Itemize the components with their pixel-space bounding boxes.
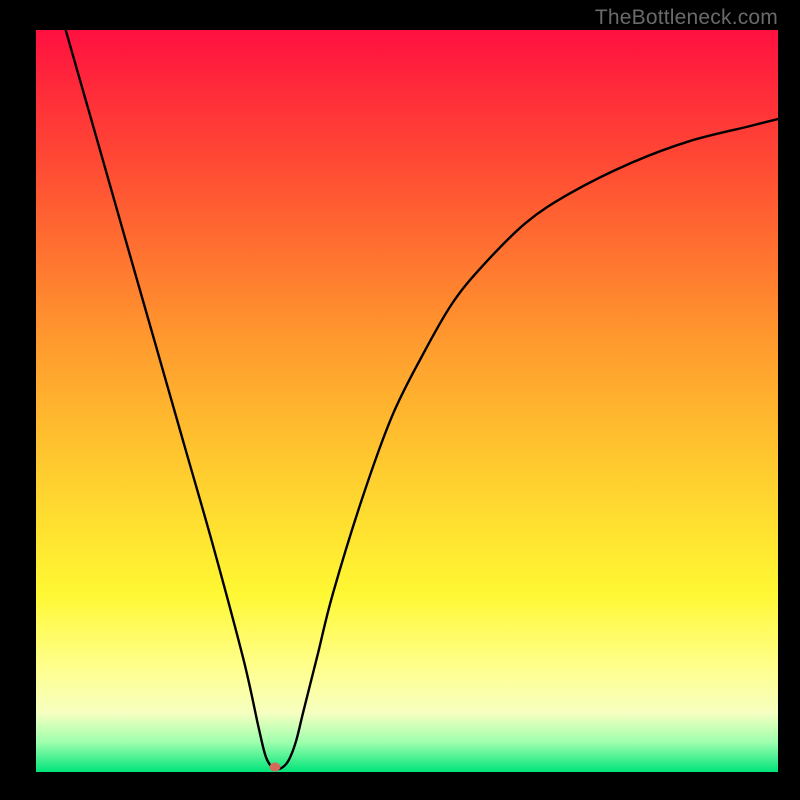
optimal-point-marker <box>269 762 280 771</box>
watermark-text: TheBottleneck.com <box>595 6 778 30</box>
plot-area <box>36 30 778 772</box>
bottleneck-curve <box>36 30 778 772</box>
